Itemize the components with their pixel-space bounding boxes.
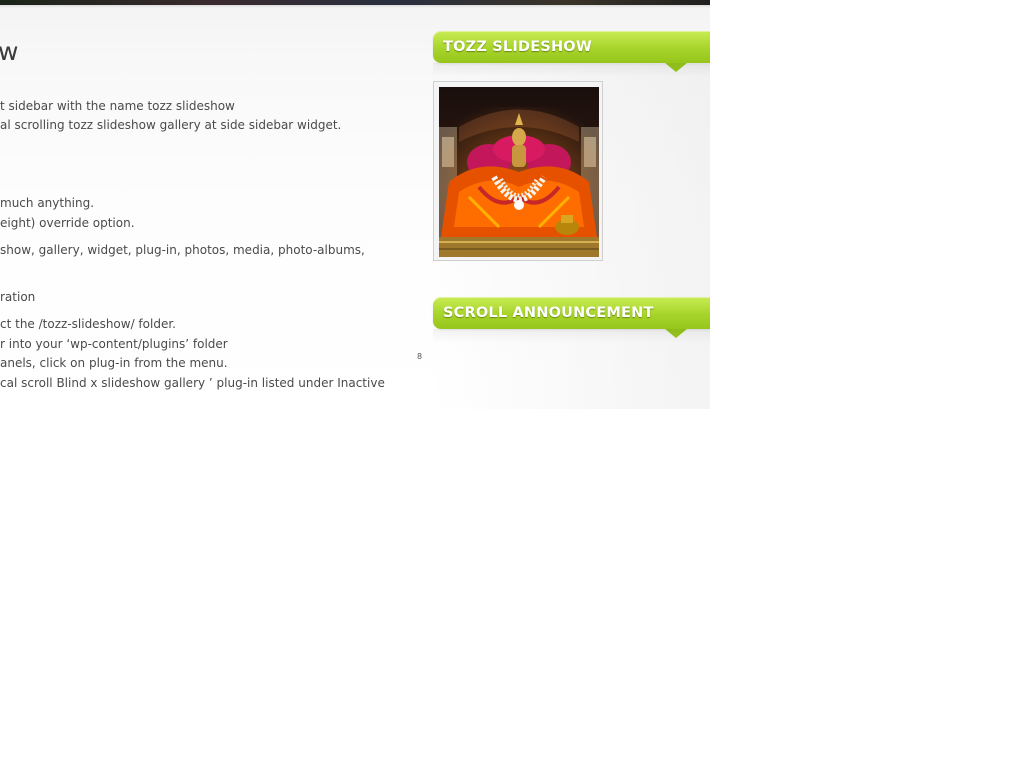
post-text-line: much anything. bbox=[0, 196, 95, 210]
stray-mark: 8 bbox=[417, 352, 423, 361]
post-text-line: ct the /tozz-slideshow/ folder. bbox=[0, 317, 176, 331]
widget-header-tozz-slideshow: TOZZ SLIDESHOW bbox=[433, 31, 710, 72]
post-text-line: al scrolling tozz slideshow gallery at s… bbox=[0, 118, 342, 132]
widget-header-scroll-announcement: SCROLL ANNOUNCEMENT bbox=[433, 297, 710, 338]
slideshow-image[interactable] bbox=[439, 87, 599, 257]
post-text-line: show, gallery, widget, plug-in, photos, … bbox=[0, 243, 365, 257]
page: w t sidebar with the name tozz slideshow… bbox=[0, 0, 710, 409]
post-text-line: eight) override option. bbox=[0, 216, 135, 230]
post-text-line: ration bbox=[0, 290, 36, 304]
widget-title: TOZZ SLIDESHOW bbox=[443, 39, 593, 55]
widget-header-shadow bbox=[433, 63, 710, 77]
post-title: w bbox=[0, 37, 19, 66]
post-text-line: anels, click on plug-in from the menu. bbox=[0, 356, 228, 370]
post-text-line: cal scroll Blind x slideshow gallery ’ p… bbox=[0, 376, 385, 390]
post-text-line: t sidebar with the name tozz slideshow bbox=[0, 99, 235, 113]
widget-header-shadow bbox=[433, 329, 710, 343]
slideshow-image-frame[interactable] bbox=[433, 81, 603, 261]
sidebar: TOZZ SLIDESHOW SCROLL ANNOUNCEMENT bbox=[433, 0, 710, 409]
post-text-line: r into your ‘wp-content/plugins’ folder bbox=[0, 337, 228, 351]
widget-title: SCROLL ANNOUNCEMENT bbox=[443, 305, 654, 321]
